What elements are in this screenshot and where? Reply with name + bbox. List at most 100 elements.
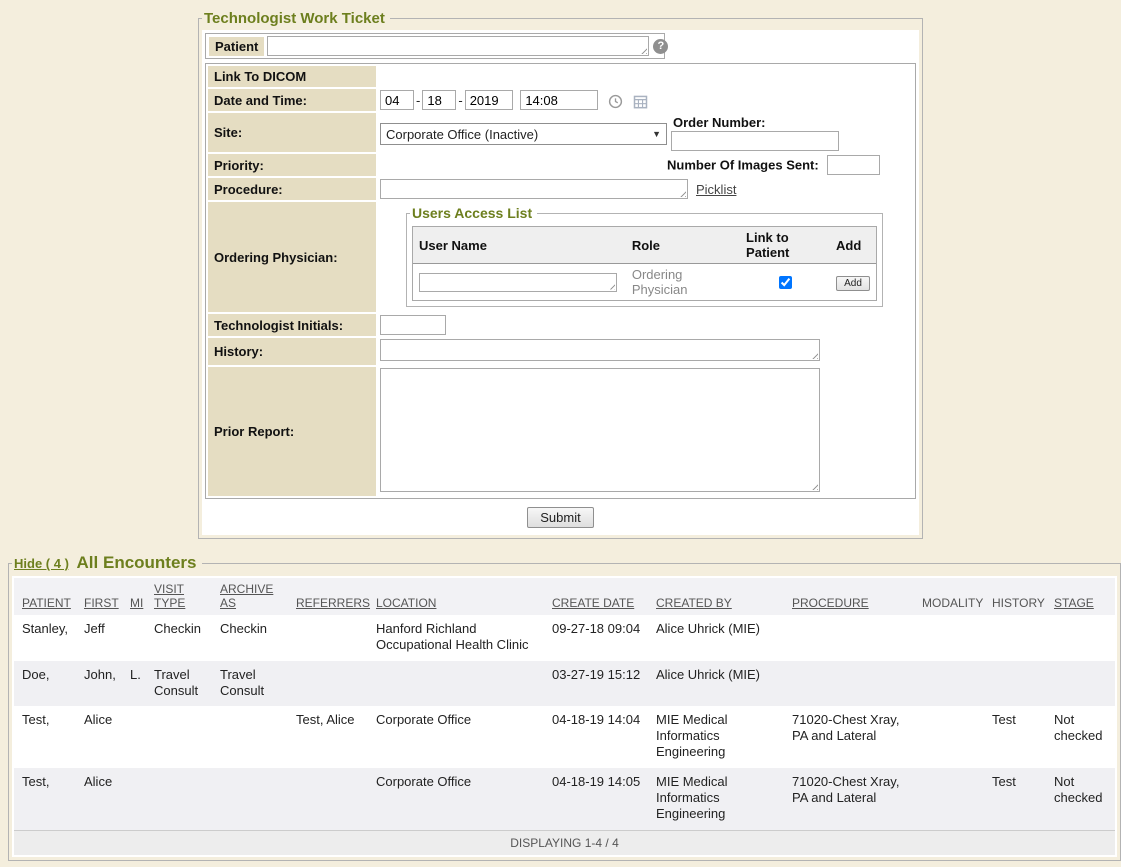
table-cell [122, 615, 146, 661]
encounters-header-row: PATIENTFIRSTMIVISIT TYPEARCHIVE ASREFERR… [14, 578, 1115, 615]
table-cell: Travel Consult [146, 661, 212, 707]
technologist-initials-row: Technologist Initials: [208, 314, 913, 336]
technologist-work-ticket-panel: Technologist Work Ticket Patient ? Link … [198, 10, 923, 539]
table-cell [984, 661, 1046, 707]
table-row: Test,AliceTest, AliceCorporate Office04-… [14, 706, 1115, 768]
table-cell: Not checked [1046, 706, 1115, 768]
column-header-first[interactable]: FIRST [76, 578, 122, 615]
table-cell: Checkin [146, 615, 212, 661]
table-cell: Alice Uhrick (MIE) [648, 615, 784, 661]
table-cell: 03-27-19 15:12 [544, 661, 648, 707]
ordering-physician-value: Users Access List User Name Role Link to… [378, 202, 913, 312]
encounters-table: PATIENTFIRSTMIVISIT TYPEARCHIVE ASREFERR… [14, 578, 1115, 830]
time-input[interactable] [520, 90, 598, 110]
site-row: Site: Corporate Office (Inactive) ▼ Orde… [208, 113, 913, 152]
table-cell: Doe, [14, 661, 76, 707]
work-ticket-body: Patient ? Link To DICOM Date and Time: -… [202, 30, 919, 535]
table-cell [212, 768, 288, 830]
column-header-archive-as[interactable]: ARCHIVE AS [212, 578, 288, 615]
table-cell: Corporate Office [368, 768, 544, 830]
table-cell [146, 706, 212, 768]
table-cell: John, [76, 661, 122, 707]
year-input[interactable] [465, 90, 513, 110]
prior-report-row: Prior Report: [208, 367, 913, 496]
column-header-add: Add [830, 227, 876, 264]
ordering-physician-row: Ordering Physician: Users Access List Us… [208, 202, 913, 312]
table-cell: Test [984, 768, 1046, 830]
table-cell: 09-27-18 09:04 [544, 615, 648, 661]
procedure-input[interactable] [380, 179, 688, 199]
site-value: Corporate Office (Inactive) ▼ Order Numb… [380, 114, 911, 151]
order-number-input[interactable] [671, 131, 839, 151]
encounters-body: PATIENTFIRSTMIVISIT TYPEARCHIVE ASREFERR… [12, 576, 1117, 857]
table-cell [1046, 661, 1115, 707]
picklist-link[interactable]: Picklist [696, 182, 736, 197]
users-header-row: User Name Role Link to Patient Add [413, 227, 876, 264]
all-encounters-title: All Encounters [77, 553, 197, 572]
column-header-link-to-patient: Link to Patient [740, 227, 830, 264]
table-cell [784, 615, 914, 661]
users-access-list-table-wrap: User Name Role Link to Patient Add [412, 226, 877, 301]
priority-value: Number Of Images Sent: [378, 154, 913, 176]
history-label: History: [208, 338, 376, 365]
add-user-button[interactable]: Add [836, 276, 870, 291]
chevron-down-icon: ▼ [652, 129, 661, 139]
table-cell: Test [984, 706, 1046, 768]
patient-input[interactable] [267, 36, 649, 56]
history-value [378, 338, 913, 365]
column-header-mi[interactable]: MI [122, 578, 146, 615]
order-number-label: Order Number: [671, 114, 839, 131]
table-cell [122, 706, 146, 768]
clock-icon[interactable] [608, 94, 623, 109]
column-header-location[interactable]: LOCATION [368, 578, 544, 615]
prior-report-value [378, 367, 913, 496]
table-cell: Hanford Richland Occupational Health Cli… [368, 615, 544, 661]
paging-status: DISPLAYING 1-4 / 4 [14, 830, 1115, 855]
date-time-row: Date and Time: -- [208, 89, 913, 111]
column-header-create-date[interactable]: CREATE DATE [544, 578, 648, 615]
encounters-rows: Stanley,JeffCheckinCheckinHanford Richla… [14, 615, 1115, 830]
work-ticket-form-table: Link To DICOM Date and Time: -- [205, 63, 916, 499]
link-to-patient-checkbox[interactable] [779, 276, 792, 289]
order-number-field: Order Number: [671, 114, 839, 151]
technologist-initials-input[interactable] [380, 315, 446, 335]
table-cell: Alice [76, 768, 122, 830]
column-header-created-by[interactable]: CREATED BY [648, 578, 784, 615]
table-cell: Not checked [1046, 768, 1115, 830]
site-select[interactable]: Corporate Office (Inactive) ▼ [380, 123, 667, 145]
table-cell: 04-18-19 14:04 [544, 706, 648, 768]
users-access-list-table: User Name Role Link to Patient Add [413, 227, 876, 300]
history-textarea[interactable] [380, 339, 820, 361]
column-header-referrers[interactable]: REFERRERS [288, 578, 368, 615]
table-row: Stanley,JeffCheckinCheckinHanford Richla… [14, 615, 1115, 661]
number-of-images-sent-label: Number Of Images Sent: [667, 158, 819, 173]
table-cell [1046, 615, 1115, 661]
prior-report-textarea[interactable] [380, 368, 820, 492]
calendar-icon[interactable] [633, 94, 648, 109]
month-input[interactable] [380, 90, 414, 110]
history-row: History: [208, 338, 913, 365]
link-to-dicom-row: Link To DICOM [208, 66, 913, 87]
table-cell: 71020-Chest Xray, PA and Lateral [784, 706, 914, 768]
column-header-patient[interactable]: PATIENT [14, 578, 76, 615]
column-header-stage[interactable]: STAGE [1046, 578, 1115, 615]
column-header-visit-type[interactable]: VISIT TYPE [146, 578, 212, 615]
hide-link[interactable]: Hide ( 4 ) [14, 556, 69, 571]
user-name-input[interactable] [419, 273, 617, 292]
table-cell [212, 706, 288, 768]
number-of-images-sent-input[interactable] [827, 155, 880, 175]
table-cell: Alice Uhrick (MIE) [648, 661, 784, 707]
table-cell [914, 706, 984, 768]
users-access-list-title: Users Access List [410, 205, 537, 221]
table-cell: Test, [14, 768, 76, 830]
help-icon[interactable]: ? [653, 39, 668, 54]
users-access-list-panel: Users Access List User Name Role Link to… [406, 205, 883, 307]
table-cell [288, 768, 368, 830]
day-input[interactable] [422, 90, 456, 110]
table-cell: Test, Alice [288, 706, 368, 768]
column-header-procedure[interactable]: PROCEDURE [784, 578, 914, 615]
submit-button[interactable]: Submit [527, 507, 593, 528]
table-cell [984, 615, 1046, 661]
site-label: Site: [208, 113, 376, 152]
table-cell: Checkin [212, 615, 288, 661]
